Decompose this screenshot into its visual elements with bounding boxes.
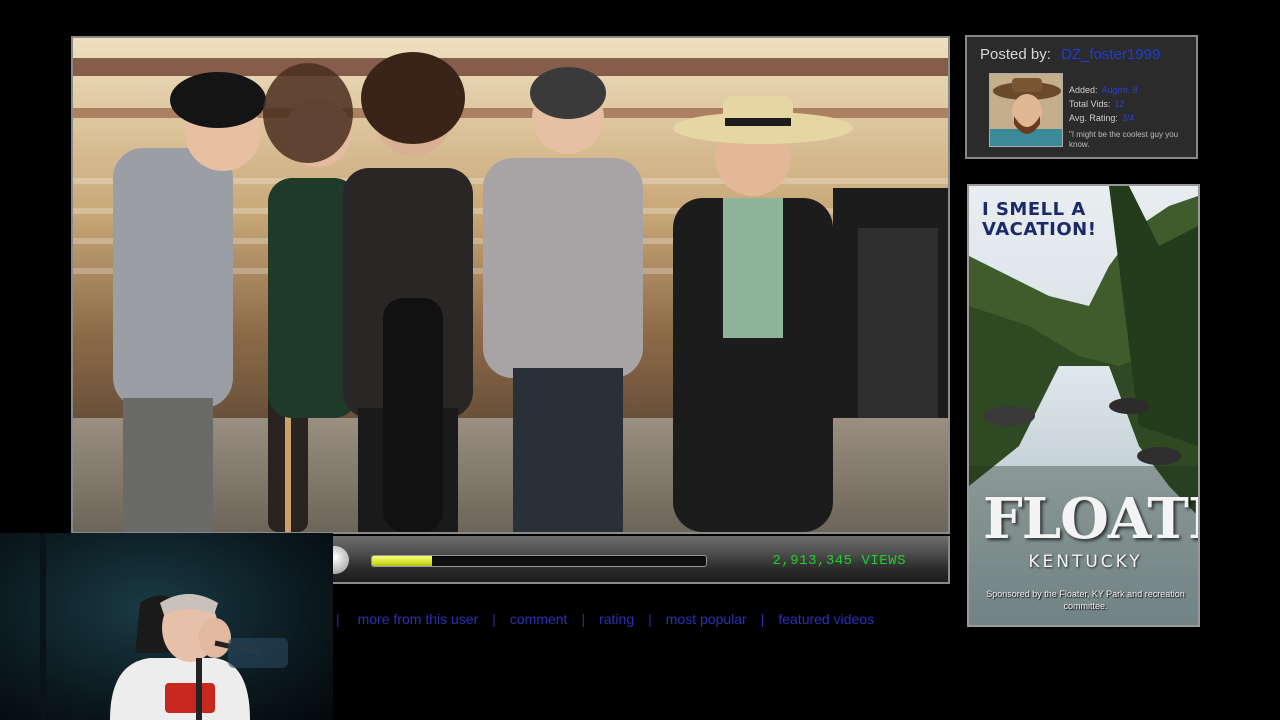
link-most-popular[interactable]: most popular bbox=[666, 611, 747, 627]
added-label: Added: bbox=[1069, 85, 1098, 95]
avg-rating-label: Avg. Rating: bbox=[1069, 113, 1118, 123]
added-value: Augmt. 8 bbox=[1101, 85, 1138, 95]
link-separator: | bbox=[760, 611, 765, 627]
video-scene bbox=[73, 38, 948, 532]
link-separator: | bbox=[336, 611, 340, 627]
progress-fill bbox=[372, 556, 433, 566]
poster-card: Posted by: DZ_foster1999 Added: Augmt. 8 … bbox=[965, 35, 1198, 159]
posted-by-label: Posted by: bbox=[980, 46, 1051, 63]
poster-quote: "I might be the coolest guy you know. bbox=[1069, 130, 1179, 149]
link-featured-videos[interactable]: featured videos bbox=[778, 611, 874, 627]
link-separator: | bbox=[581, 611, 586, 627]
total-vids-label: Total Vids: bbox=[1069, 99, 1111, 109]
link-separator: | bbox=[648, 611, 652, 627]
link-rating[interactable]: rating bbox=[599, 611, 634, 627]
poster-header: Posted by: DZ_foster1999 bbox=[980, 46, 1160, 63]
progress-bar[interactable] bbox=[371, 555, 707, 567]
webcam-overlay bbox=[0, 533, 333, 720]
link-comment[interactable]: comment bbox=[510, 611, 568, 627]
ad-headline: I SMELL A VACATION! bbox=[982, 199, 1097, 240]
link-separator: | bbox=[492, 611, 496, 627]
avg-rating-value: 3/4 bbox=[1121, 113, 1135, 123]
ad-subtitle: KENTUCKY bbox=[1028, 552, 1143, 572]
total-vids-value[interactable]: 12 bbox=[1114, 99, 1124, 109]
webcam-feed bbox=[40, 533, 288, 720]
video-player[interactable] bbox=[71, 36, 950, 534]
ad-banner[interactable]: I SMELL A VACATION! FLOATER KENTUCKY Spo… bbox=[967, 184, 1200, 627]
video-links: | more from this user | comment | rating… bbox=[336, 610, 874, 628]
avatar[interactable] bbox=[989, 73, 1063, 147]
poster-stats: Added: Augmt. 8 Total Vids: 12 Avg. Rating… bbox=[1069, 83, 1138, 125]
avatar-image bbox=[990, 74, 1062, 146]
link-more-from-user[interactable]: more from this user bbox=[358, 611, 479, 627]
ad-title: FLOATER bbox=[983, 486, 1198, 552]
poster-username[interactable]: DZ_foster1999 bbox=[1061, 46, 1160, 63]
view-count: 2,913,345 VIEWS bbox=[772, 553, 906, 569]
ad-sponsor-text: Sponsored by the Floater, KY Park and re… bbox=[986, 589, 1185, 611]
